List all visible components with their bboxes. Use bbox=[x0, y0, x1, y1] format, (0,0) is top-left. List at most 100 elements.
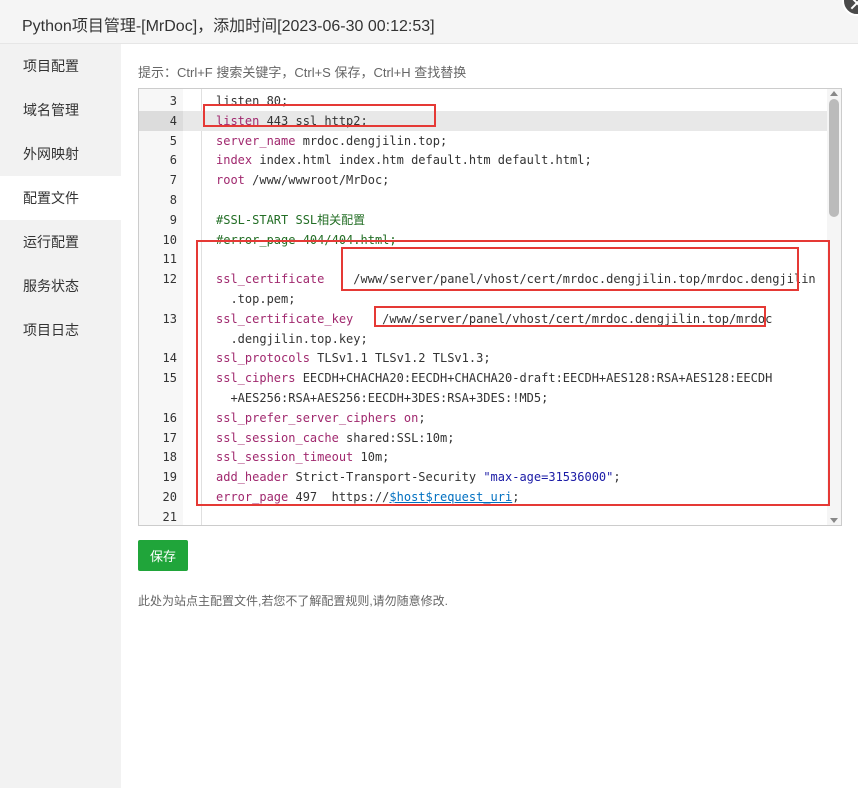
code-line[interactable]: +AES256:RSA+AES256:EECDH+3DES:RSA+3DES:!… bbox=[183, 388, 827, 408]
code-token: +AES256:RSA+AES256:EECDH+3DES:RSA+3DES:!… bbox=[216, 391, 549, 405]
code-line[interactable]: ssl_session_timeout 10m; bbox=[183, 447, 827, 467]
code-keyword: ssl_session_timeout bbox=[216, 450, 354, 465]
code-token: mrdoc.dengjilin.top; bbox=[295, 133, 448, 148]
line-number: 9 bbox=[169, 212, 177, 227]
code-keyword: listen bbox=[216, 113, 260, 128]
code-keyword: ssl_certificate_key bbox=[216, 311, 354, 326]
code-token: 443 ssl http2; bbox=[259, 113, 368, 128]
code-keyword: ssl_session_cache bbox=[216, 430, 339, 445]
code-line[interactable]: .top.pem; bbox=[183, 289, 827, 309]
sidebar-item-service-status[interactable]: 服务状态 bbox=[0, 264, 121, 308]
code-line[interactable]: add_header Strict-Transport-Security "ma… bbox=[183, 467, 827, 487]
code-line[interactable]: ssl_certificate /www/server/panel/vhost/… bbox=[183, 269, 827, 289]
line-number-row: 15 bbox=[139, 368, 183, 388]
code-keyword: index bbox=[216, 153, 253, 168]
code-text: error_page 497 https://$host$request_uri… bbox=[216, 487, 519, 507]
code-text: ssl_session_cache shared:SSL:10m; bbox=[216, 428, 454, 448]
code-text: #SSL-START SSL相关配置 bbox=[216, 210, 365, 230]
code-line[interactable] bbox=[183, 190, 827, 210]
code-line[interactable]: ssl_protocols TLSv1.1 TLSv1.2 TLSv1.3; bbox=[183, 348, 827, 368]
line-number-row: 17 bbox=[139, 428, 183, 448]
line-number: 3 bbox=[169, 94, 177, 108]
line-number-row: 19 bbox=[139, 467, 183, 487]
sidebar: 项目配置 域名管理 外网映射 配置文件 运行配置 服务状态 项目日志 bbox=[0, 44, 121, 788]
sidebar-item-label: 运行配置 bbox=[23, 234, 79, 250]
code-line[interactable]: ssl_prefer_server_ciphers on; bbox=[183, 408, 827, 428]
line-number: 11 bbox=[162, 252, 177, 267]
code-line[interactable]: index index.html index.htm default.htm d… bbox=[183, 150, 827, 170]
sidebar-item-domain-management[interactable]: 域名管理 bbox=[0, 88, 121, 132]
code-token: ; bbox=[512, 490, 520, 504]
line-number-row: 9 bbox=[139, 210, 183, 230]
code-comment: #SSL-START SSL相关配置 bbox=[216, 212, 366, 227]
code-line[interactable]: listen 443 ssl http2; bbox=[183, 110, 827, 131]
code-comment: #error_page 404/404.html; bbox=[216, 232, 397, 247]
code-text: listen 80; bbox=[216, 91, 288, 111]
line-number: 4 bbox=[169, 113, 177, 128]
window-title: Python项目管理-[MrDoc]，添加时间[2023-06-30 00:12… bbox=[22, 18, 435, 35]
line-number: 10 bbox=[162, 232, 177, 247]
code-text: index index.html index.htm default.htm d… bbox=[216, 150, 592, 170]
scrollbar-thumb[interactable] bbox=[829, 99, 839, 217]
line-number-row: 11 bbox=[139, 249, 183, 269]
line-number: 21 bbox=[162, 509, 177, 524]
code-text: .dengjilin.top.key; bbox=[216, 329, 367, 349]
code-token: /www/server/panel/vhost/cert/mrdoc.dengj… bbox=[324, 272, 816, 287]
code-keyword: on bbox=[403, 410, 419, 425]
code-line[interactable]: listen 80; bbox=[183, 91, 827, 111]
code-line[interactable] bbox=[183, 249, 827, 269]
line-number: 15 bbox=[162, 371, 177, 386]
code-token: /www/wwwroot/MrDoc; bbox=[244, 173, 390, 188]
line-number-row bbox=[139, 329, 183, 349]
code-line[interactable]: ssl_session_cache shared:SSL:10m; bbox=[183, 428, 827, 448]
code-token: shared:SSL:10m; bbox=[338, 430, 455, 445]
sidebar-item-project-config[interactable]: 项目配置 bbox=[0, 44, 121, 88]
line-number-row: 4 bbox=[139, 110, 183, 131]
code-text: ssl_certificate_key /www/server/panel/vh… bbox=[216, 309, 772, 329]
code-line[interactable]: #SSL-START SSL相关配置 bbox=[183, 210, 827, 230]
line-number-row: 10 bbox=[139, 230, 183, 250]
code-line[interactable]: #error_page 404/404.html; bbox=[183, 230, 827, 250]
line-number: 16 bbox=[162, 410, 177, 425]
scroll-up-icon[interactable] bbox=[830, 91, 838, 96]
code-text: ssl_ciphers EECDH+CHACHA20:EECDH+CHACHA2… bbox=[216, 368, 772, 388]
code-line[interactable]: ssl_certificate_key /www/server/panel/vh… bbox=[183, 309, 827, 329]
code-token: TLSv1.1 TLSv1.2 TLSv1.3; bbox=[309, 351, 491, 366]
code-line[interactable]: ssl_ciphers EECDH+CHACHA20:EECDH+CHACHA2… bbox=[183, 368, 827, 388]
code-line[interactable] bbox=[183, 507, 827, 525]
line-number-row: 12 bbox=[139, 269, 183, 289]
code-editor[interactable]: 3 4 5 6 7 8 9 10 11 12 13 14 15 16 17 18 19 20 21 listen 8… bbox=[138, 88, 842, 526]
code-line[interactable]: server_name mrdoc.dengjilin.top; bbox=[183, 131, 827, 151]
save-button[interactable]: 保存 bbox=[138, 540, 188, 571]
code-keyword: ssl_certificate bbox=[216, 272, 325, 287]
code-keyword: error_page bbox=[216, 490, 289, 504]
scroll-down-icon[interactable] bbox=[830, 518, 838, 523]
sidebar-item-config-file[interactable]: 配置文件 bbox=[0, 176, 121, 220]
code-variable: $host$request_uri bbox=[389, 490, 513, 504]
line-number: 17 bbox=[162, 430, 177, 445]
sidebar-item-run-config[interactable]: 运行配置 bbox=[0, 220, 121, 264]
line-number: 18 bbox=[162, 450, 177, 465]
line-number-row: 16 bbox=[139, 408, 183, 428]
code-text: ssl_certificate /www/server/panel/vhost/… bbox=[216, 269, 816, 289]
line-number-row bbox=[139, 388, 183, 408]
code-line[interactable]: .dengjilin.top.key; bbox=[183, 329, 827, 349]
sidebar-item-label: 项目日志 bbox=[23, 322, 79, 338]
sidebar-item-external-mapping[interactable]: 外网映射 bbox=[0, 132, 121, 176]
line-number: 14 bbox=[162, 351, 177, 366]
vertical-scrollbar[interactable] bbox=[827, 89, 841, 525]
code-text: #error_page 404/404.html; bbox=[216, 230, 397, 250]
line-number-row: 18 bbox=[139, 447, 183, 467]
code-text: server_name mrdoc.dengjilin.top; bbox=[216, 131, 447, 151]
code-keyword: server_name bbox=[216, 133, 296, 148]
code-line[interactable]: error_page 497 https://$host$request_uri… bbox=[183, 487, 827, 507]
code-text: +AES256:RSA+AES256:EECDH+3DES:RSA+3DES:!… bbox=[216, 388, 548, 408]
line-number-row: 3 bbox=[139, 91, 183, 111]
sidebar-item-project-log[interactable]: 项目日志 bbox=[0, 308, 121, 352]
code-line[interactable]: root /www/wwwroot/MrDoc; bbox=[183, 170, 827, 190]
code-text: ssl_session_timeout 10m; bbox=[216, 447, 389, 467]
line-number-row bbox=[139, 289, 183, 309]
code-token: .top.pem; bbox=[216, 292, 296, 306]
code-token: index.html index.htm default.htm default… bbox=[252, 153, 592, 168]
